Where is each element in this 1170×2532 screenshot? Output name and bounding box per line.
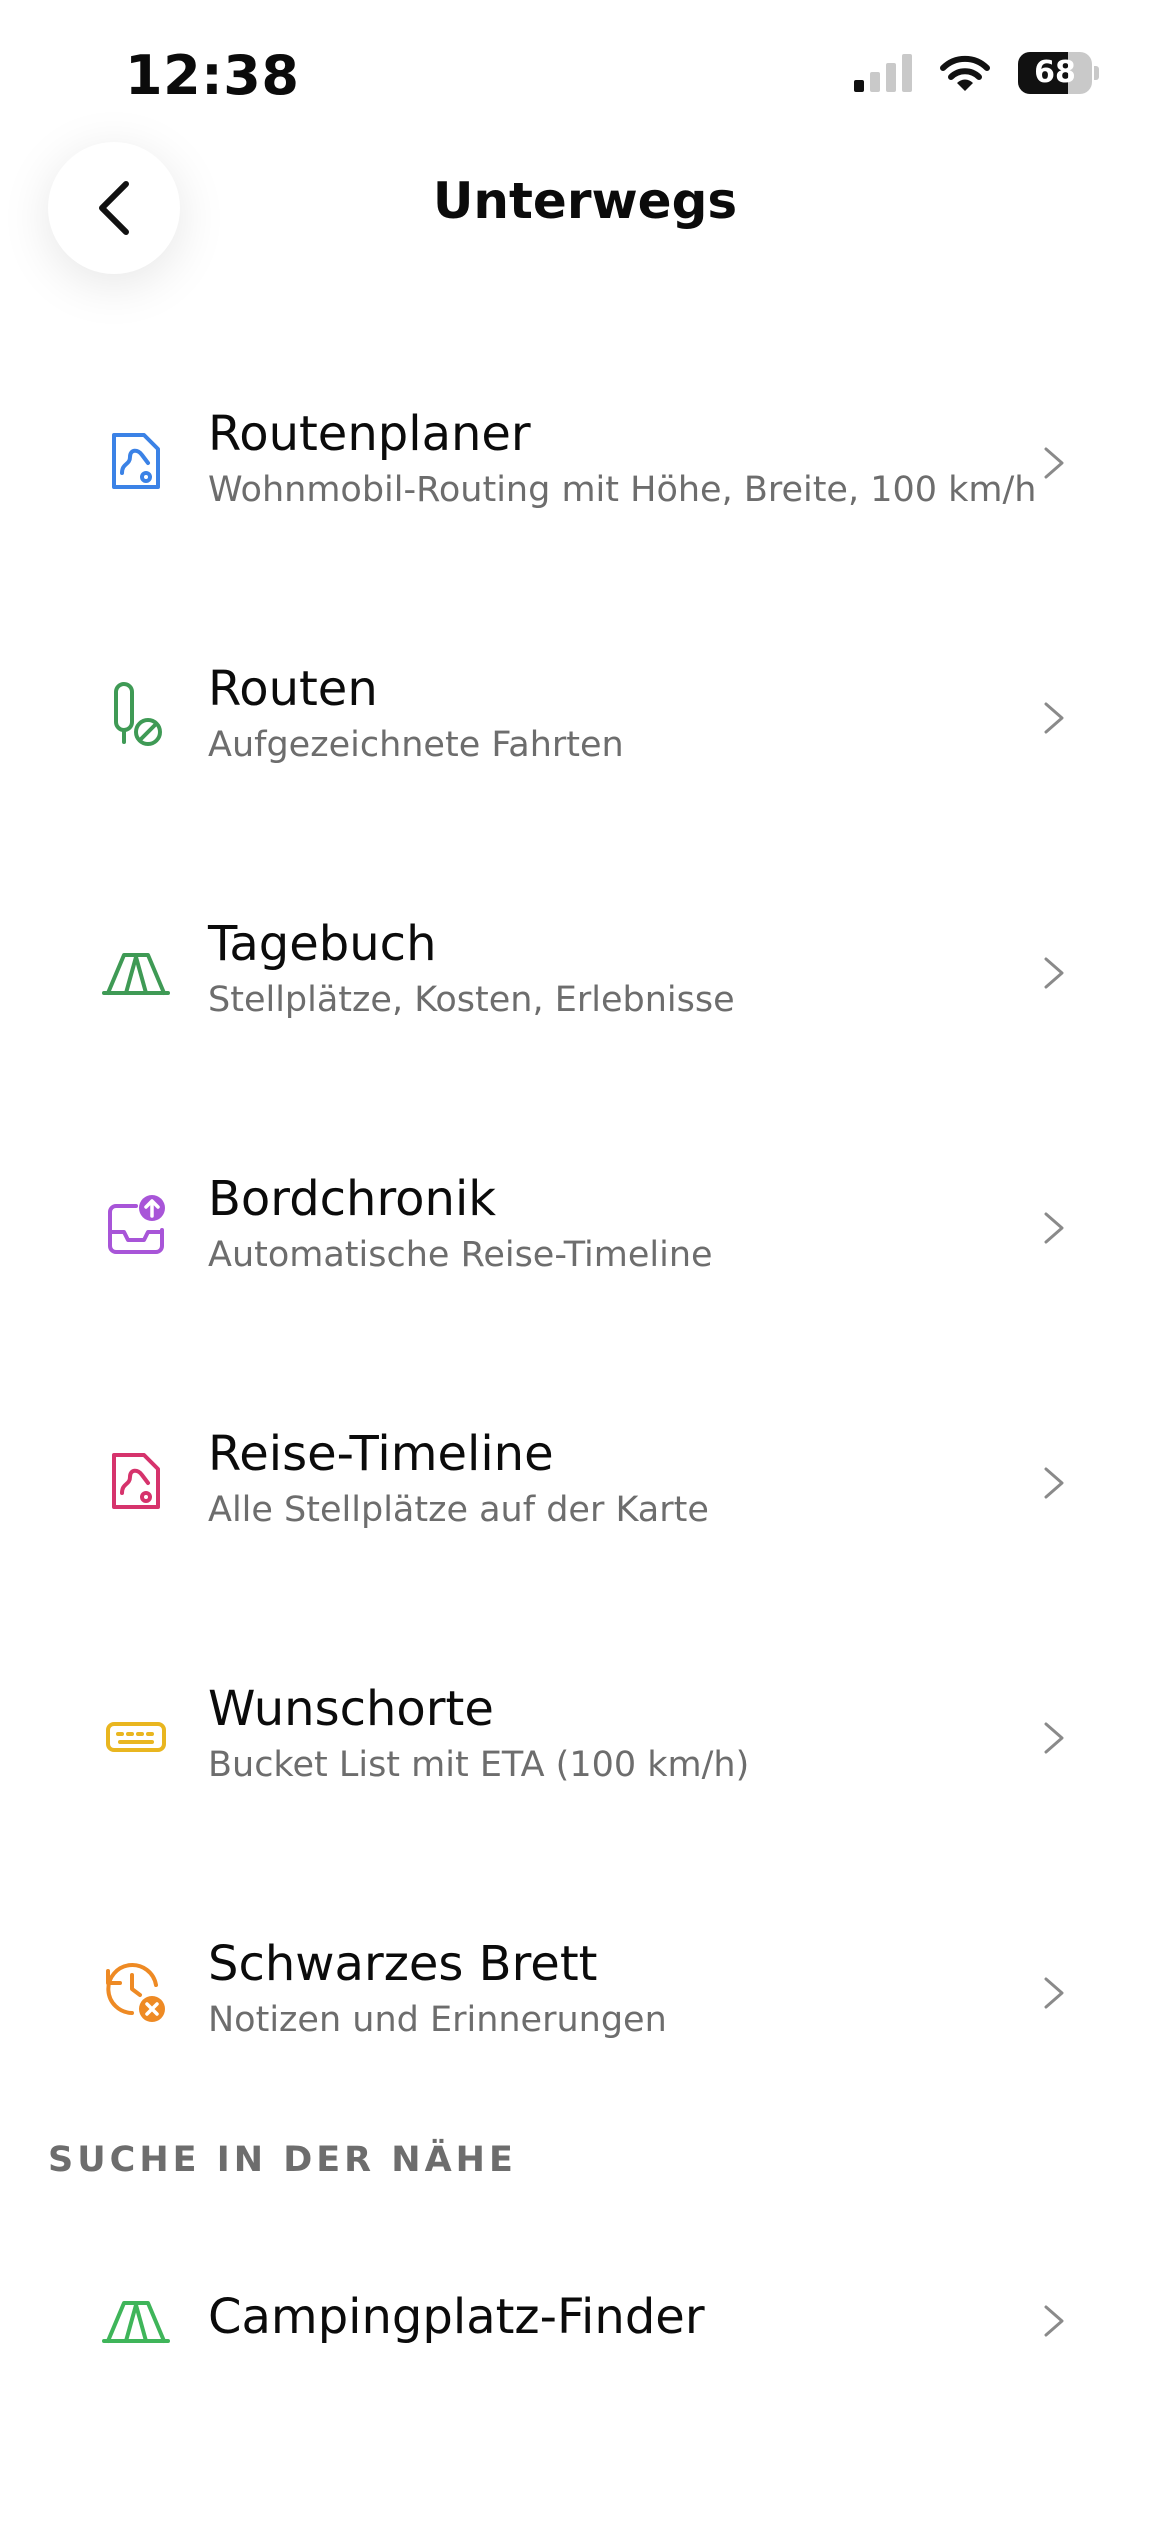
header: Unterwegs (0, 142, 1170, 274)
menu-item-title: Wunschorte (208, 1681, 494, 1737)
menu-item-title: Tagebuch (208, 916, 437, 972)
menu-item-subtitle: Automatische Reise-Timeline (208, 1235, 713, 1275)
chevron-right-icon (1044, 1977, 1064, 2009)
menu-item-subtitle: Notizen und Erinnerungen (208, 2000, 667, 2040)
status-time: 12:38 (125, 44, 300, 107)
menu-item-title: Reise-Timeline (208, 1426, 554, 1482)
menu-item-subtitle: Aufgezeichnete Fahrten (208, 725, 624, 765)
section-header-nearby: SUCHE IN DER NÄHE (48, 2140, 517, 2180)
wifi-icon (940, 55, 990, 91)
map-pin-icon (112, 1453, 160, 1509)
battery-level: 68 (1034, 55, 1076, 90)
tent-icon (102, 953, 170, 995)
menu-item-campingplatz-finder[interactable]: Campingplatz-Finder (0, 2245, 1170, 2395)
tent-icon (102, 2301, 170, 2343)
chevron-right-icon (1044, 957, 1064, 989)
menu-item-tagebuch[interactable]: Tagebuch Stellplätze, Kosten, Erlebnisse (0, 845, 1170, 1100)
page-title: Unterwegs (432, 172, 738, 230)
menu-item-title: Campingplatz-Finder (208, 2289, 705, 2345)
menu-item-title: Schwarzes Brett (208, 1936, 598, 1992)
inbox-upload-icon (108, 1195, 165, 1254)
chevron-right-icon (1044, 702, 1064, 734)
menu-list: Routenplaner Wohnmobil-Routing mit Höhe,… (0, 335, 1170, 2120)
status-bar: 12:38 68 (0, 0, 1170, 150)
chevron-right-icon (1044, 1722, 1064, 1754)
menu-item-wunschorte[interactable]: Wunschorte Bucket List mit ETA (100 km/h… (0, 1610, 1170, 1865)
chevron-right-icon (1044, 1467, 1064, 1499)
menu-item-subtitle: Stellplätze, Kosten, Erlebnisse (208, 980, 735, 1020)
status-icons: 68 (854, 52, 1099, 94)
menu-item-routenplaner[interactable]: Routenplaner Wohnmobil-Routing mit Höhe,… (0, 335, 1170, 590)
menu-item-subtitle: Bucket List mit ETA (100 km/h) (208, 1745, 750, 1785)
routes-icon (114, 682, 162, 746)
chevron-right-icon (1044, 447, 1064, 479)
chevron-right-icon (1044, 1212, 1064, 1244)
ticket-icon (106, 1722, 166, 1752)
clock-alert-icon (106, 1963, 165, 2022)
menu-item-subtitle: Wohnmobil-Routing mit Höhe, Breite, 100 … (208, 470, 1037, 510)
route-planner-icon (112, 433, 160, 489)
menu-item-title: Routen (208, 661, 378, 717)
menu-item-subtitle: Alle Stellplätze auf der Karte (208, 1490, 709, 1530)
battery-icon: 68 (1018, 52, 1099, 94)
menu-item-reise-timeline[interactable]: Reise-Timeline Alle Stellplätze auf der … (0, 1355, 1170, 1610)
menu-item-routen[interactable]: Routen Aufgezeichnete Fahrten (0, 590, 1170, 845)
chevron-right-icon (1044, 2305, 1064, 2337)
menu-item-schwarzes-brett[interactable]: Schwarzes Brett Notizen und Erinnerungen (0, 1865, 1170, 2120)
menu-item-title: Bordchronik (208, 1171, 497, 1227)
menu-item-title: Routenplaner (208, 406, 531, 462)
cellular-signal-icon (854, 54, 912, 92)
menu-item-bordchronik[interactable]: Bordchronik Automatische Reise-Timeline (0, 1100, 1170, 1355)
